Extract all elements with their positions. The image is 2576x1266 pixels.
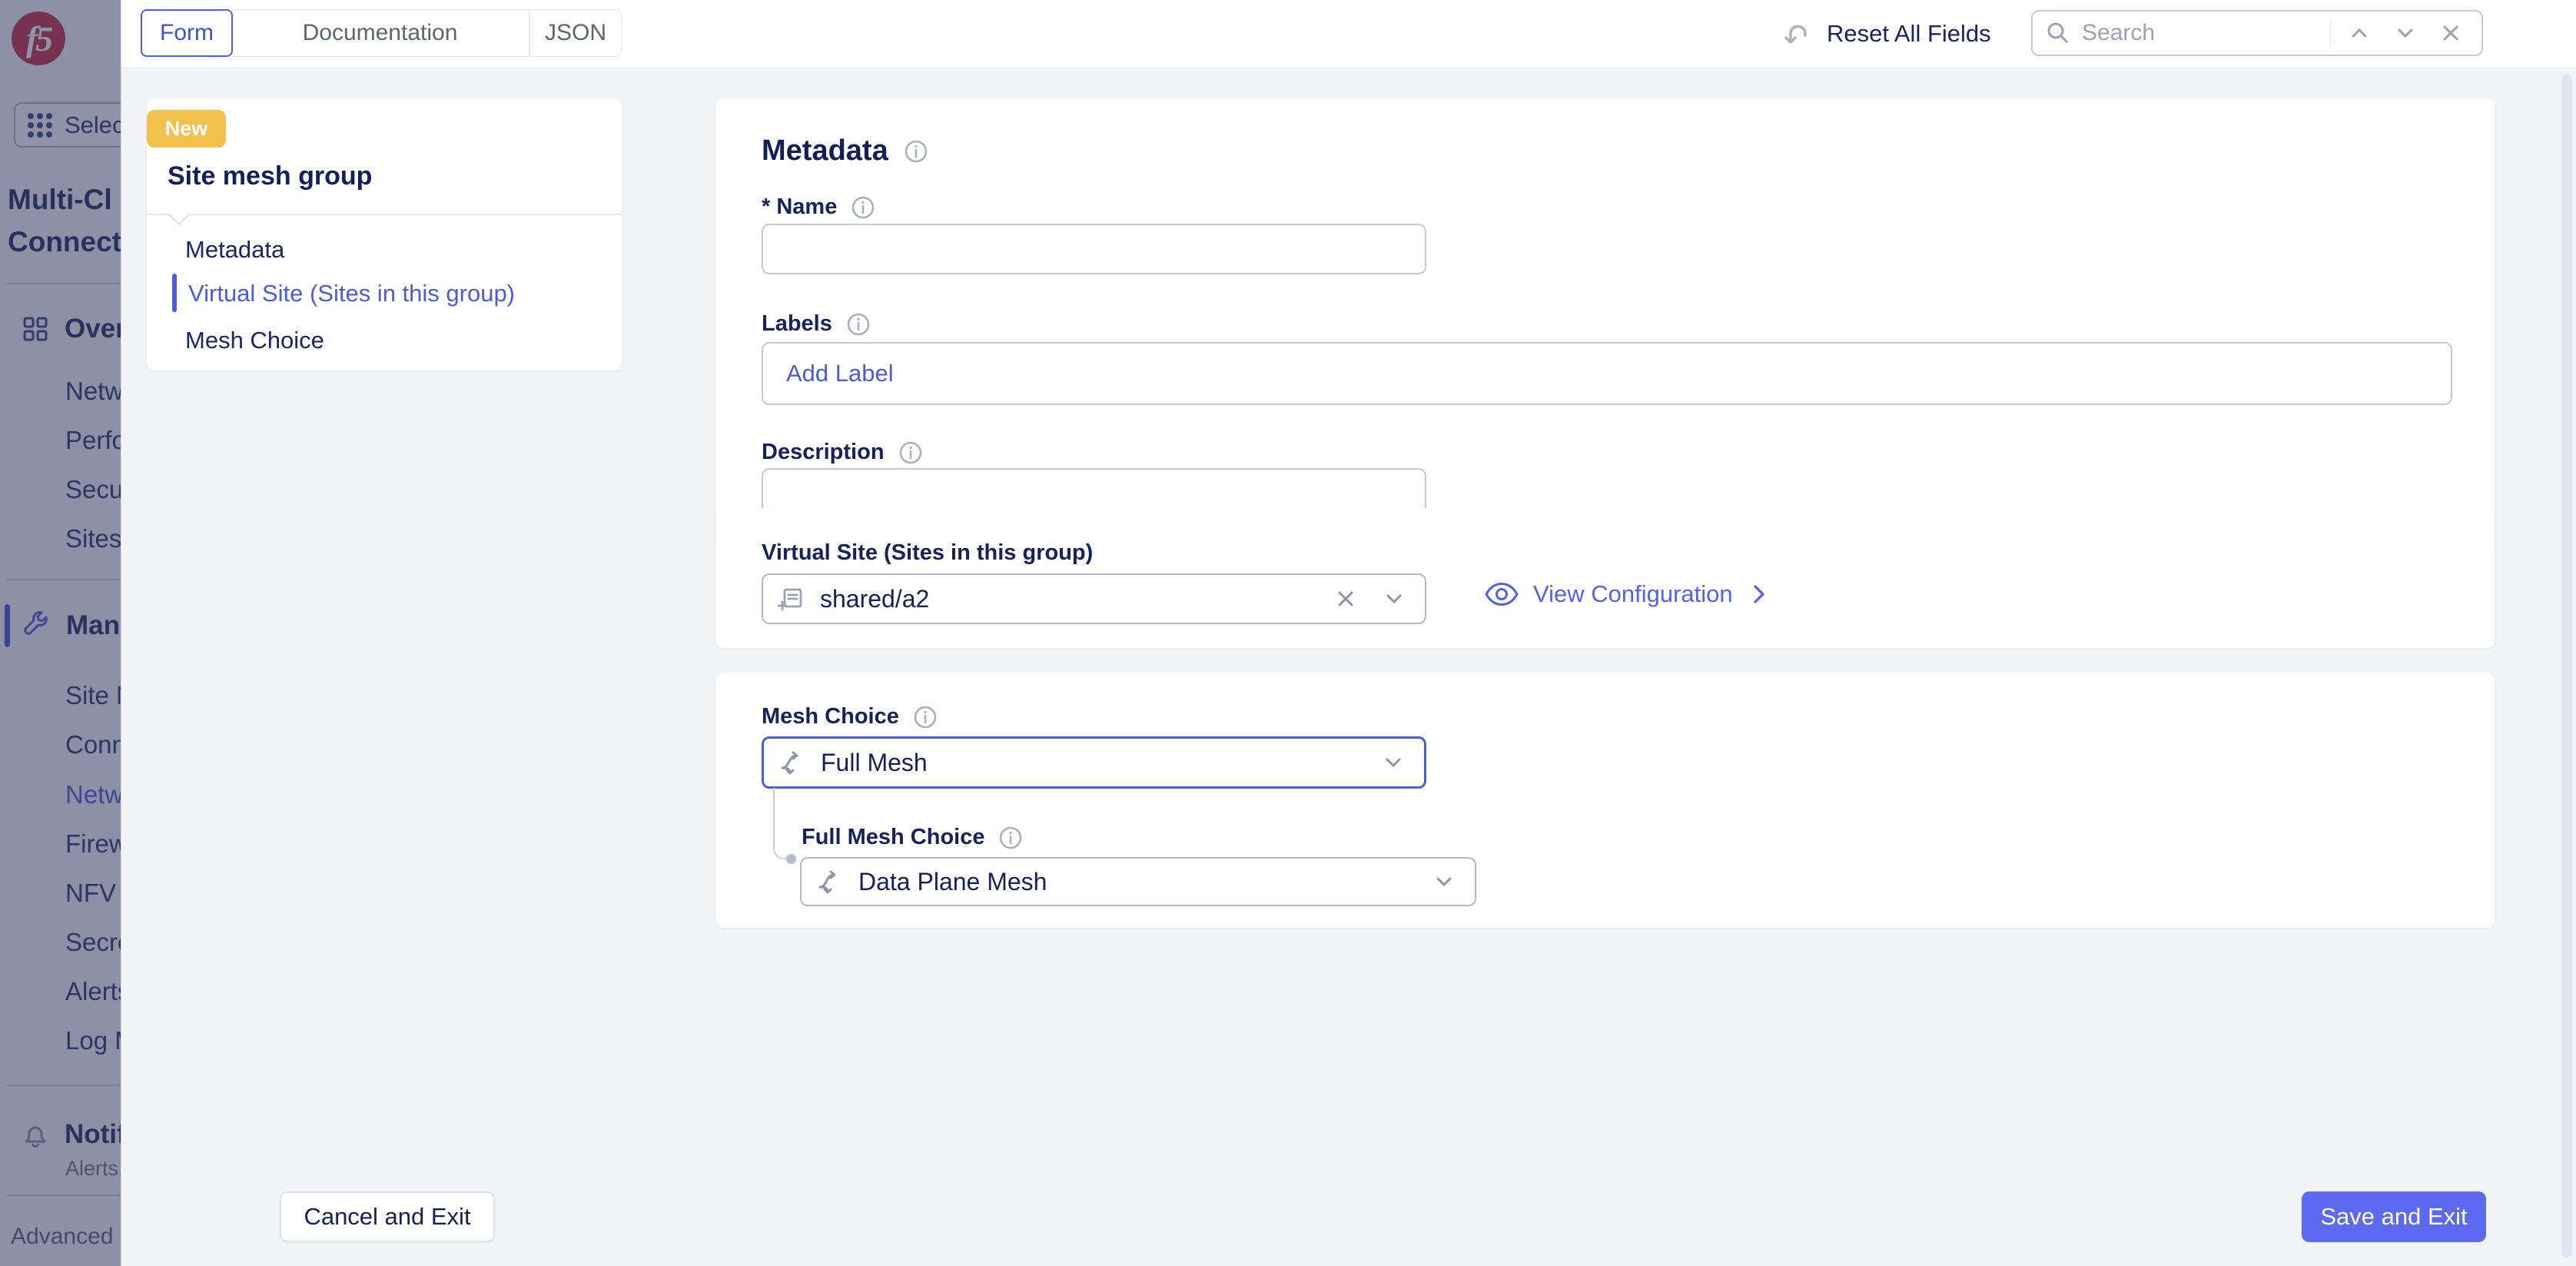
search-divider bbox=[2330, 20, 2331, 46]
virtual-site-value: shared/a2 bbox=[820, 585, 1320, 613]
add-label-button[interactable]: Add Label bbox=[786, 360, 894, 387]
chevron-down-icon[interactable] bbox=[1381, 750, 1406, 775]
mesh-choice-select[interactable]: Full Mesh bbox=[762, 736, 1426, 789]
wizard-divider-notch bbox=[168, 204, 190, 225]
form-modal: Form Documentation JSON Reset All Fields bbox=[121, 0, 2576, 1266]
tab-documentation[interactable]: Documentation bbox=[231, 9, 529, 57]
view-configuration-link[interactable]: View Configuration bbox=[1484, 580, 1770, 608]
virtual-site-label: Virtual Site (Sites in this group) bbox=[762, 540, 1093, 566]
tab-form[interactable]: Form bbox=[141, 9, 233, 57]
nested-field-connector bbox=[773, 788, 793, 859]
wizard-panel: New Site mesh group Metadata Virtual Sit… bbox=[147, 98, 622, 370]
wizard-step-virtual-site[interactable]: Virtual Site (Sites in this group) bbox=[188, 280, 515, 307]
route-split-icon bbox=[815, 867, 845, 896]
description-label: Description bbox=[762, 440, 885, 465]
virtual-site-section: Virtual Site (Sites in this group) share… bbox=[715, 508, 2495, 648]
info-icon[interactable] bbox=[846, 312, 871, 337]
tab-json[interactable]: JSON bbox=[529, 9, 622, 57]
clear-selection-icon[interactable] bbox=[1334, 587, 1357, 610]
view-configuration-label: View Configuration bbox=[1533, 580, 1733, 608]
mesh-choice-label: Mesh Choice bbox=[762, 704, 899, 729]
wizard-title: Site mesh group bbox=[168, 161, 372, 191]
search-box bbox=[2031, 10, 2483, 56]
vertical-scrollbar[interactable] bbox=[2561, 74, 2572, 1258]
metadata-heading-row: Metadata bbox=[762, 135, 928, 168]
view-tabs: Form Documentation JSON bbox=[141, 9, 622, 57]
chevron-down-icon[interactable] bbox=[1432, 869, 1456, 894]
wizard-step-mesh-choice[interactable]: Mesh Choice bbox=[185, 327, 324, 354]
labels-container: Add Label bbox=[762, 342, 2452, 405]
virtual-site-select[interactable]: shared/a2 bbox=[762, 573, 1426, 624]
info-icon[interactable] bbox=[998, 826, 1023, 850]
cancel-and-exit-button[interactable]: Cancel and Exit bbox=[280, 1191, 495, 1242]
labels-label-row: Labels bbox=[762, 311, 871, 337]
mesh-choice-value: Full Mesh bbox=[821, 749, 1367, 777]
full-mesh-choice-select[interactable]: Data Plane Mesh bbox=[800, 857, 1476, 906]
save-and-exit-button[interactable]: Save and Exit bbox=[2302, 1191, 2486, 1242]
wizard-step-metadata[interactable]: Metadata bbox=[185, 236, 284, 264]
info-icon[interactable] bbox=[851, 195, 875, 220]
dim-overlay bbox=[0, 0, 121, 1266]
undo-arrow-icon bbox=[1782, 18, 1814, 50]
search-icon bbox=[2045, 20, 2071, 46]
full-mesh-choice-label-row: Full Mesh Choice bbox=[802, 825, 1023, 850]
chevron-down-icon[interactable] bbox=[1382, 586, 1406, 611]
wizard-divider bbox=[147, 214, 622, 215]
name-label-row: * Name bbox=[762, 194, 875, 220]
modal-header: Form Documentation JSON Reset All Fields bbox=[121, 0, 2576, 67]
search-close-icon[interactable] bbox=[2434, 22, 2468, 44]
app-root: f5 Select Multi-Cl Connect Over Netw Per… bbox=[0, 0, 2576, 1266]
full-mesh-choice-label: Full Mesh Choice bbox=[802, 825, 984, 850]
metadata-heading: Metadata bbox=[762, 135, 888, 168]
active-step-indicator bbox=[172, 274, 177, 312]
name-label: * Name bbox=[762, 194, 837, 220]
search-next-icon[interactable] bbox=[2388, 22, 2423, 45]
reset-all-fields-button[interactable]: Reset All Fields bbox=[1782, 0, 1991, 67]
chevron-right-icon bbox=[1747, 583, 1770, 606]
reset-all-fields-label: Reset All Fields bbox=[1827, 20, 1991, 48]
virtual-site-label-row: Virtual Site (Sites in this group) bbox=[762, 540, 1093, 566]
labels-label: Labels bbox=[762, 311, 832, 337]
sidebar: f5 Select Multi-Cl Connect Over Netw Per… bbox=[0, 0, 121, 1266]
name-field[interactable] bbox=[762, 224, 1426, 274]
mesh-choice-label-row: Mesh Choice bbox=[762, 704, 938, 729]
info-icon[interactable] bbox=[913, 705, 938, 729]
info-icon[interactable] bbox=[904, 139, 928, 164]
eye-icon bbox=[1484, 580, 1519, 608]
info-icon[interactable] bbox=[898, 440, 923, 465]
search-input[interactable] bbox=[2082, 20, 2319, 46]
full-mesh-choice-value: Data Plane Mesh bbox=[858, 868, 1418, 896]
new-badge: New bbox=[147, 110, 226, 148]
metadata-section: Metadata * Name Labels bbox=[715, 98, 2495, 550]
route-split-icon bbox=[778, 748, 807, 777]
nested-field-connector-dot bbox=[786, 854, 796, 864]
description-label-row: Description bbox=[762, 440, 923, 465]
mesh-choice-section: Mesh Choice Full Mesh bbox=[715, 673, 2495, 928]
list-with-plus-icon bbox=[777, 584, 806, 613]
search-prev-icon[interactable] bbox=[2342, 22, 2377, 45]
